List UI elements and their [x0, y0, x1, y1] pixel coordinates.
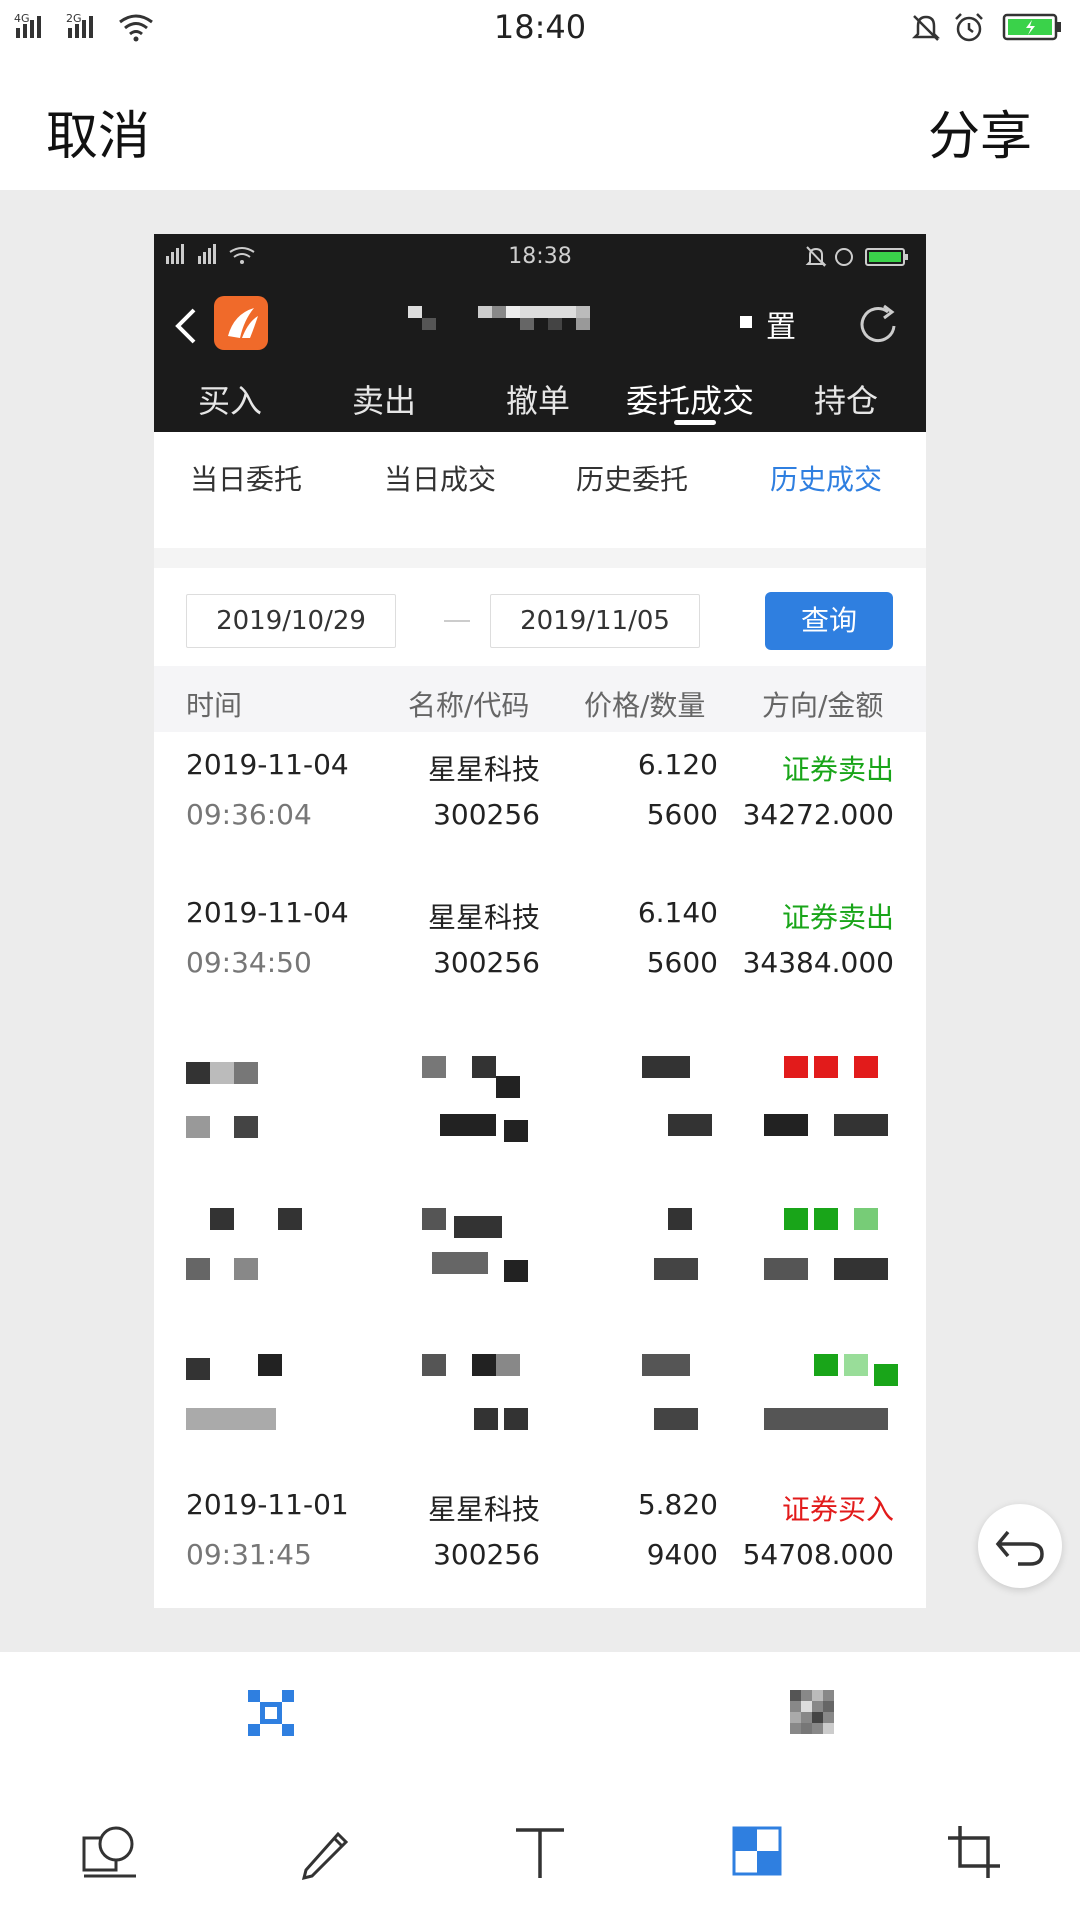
mosaic-title	[408, 306, 628, 340]
section-divider	[154, 548, 926, 568]
alarm-icon	[952, 11, 986, 49]
mosaic-tool-icon[interactable]	[728, 1822, 788, 1882]
mosaic-row	[154, 1324, 926, 1473]
row-qty: 5600	[646, 946, 718, 979]
row-qty: 9400	[646, 1538, 718, 1571]
row-name: 星星科技	[427, 901, 540, 934]
col-name-code: 名称/代码	[408, 689, 530, 722]
subtab-history-orders[interactable]: 历史委托	[576, 458, 688, 498]
inner-status-bar: 18:38	[154, 234, 926, 284]
mosaic-row	[154, 1176, 926, 1325]
row-code: 300256	[433, 798, 540, 831]
inner-status-icons	[804, 244, 920, 276]
mosaic-pixel-style-icon[interactable]	[248, 1690, 294, 1740]
tab-buy[interactable]: 买入	[198, 376, 262, 422]
mosaic-blur-style-icon[interactable]	[790, 1690, 834, 1738]
table-row[interactable]: 2019-11-01 09:31:45 星星科技 300256 5.820 94…	[154, 1472, 926, 1608]
row-name: 星星科技	[427, 753, 540, 786]
table-header: 时间 名称/代码 价格/数量 方向/金额	[154, 666, 926, 732]
row-code: 300256	[433, 946, 540, 979]
table-row[interactable]: 2019-11-04 09:36:04 星星科技 300256 6.120 56…	[154, 732, 926, 881]
end-date-field[interactable]: 2019/11/05	[490, 594, 700, 648]
text-tool-icon[interactable]	[510, 1822, 570, 1882]
row-direction: 证券买入	[781, 1493, 894, 1526]
date-separator	[444, 620, 470, 622]
query-button[interactable]: 查询	[765, 592, 893, 650]
active-tab-indicator	[674, 420, 716, 425]
subtab-history-trades[interactable]: 历史成交	[770, 458, 882, 498]
row-direction: 证券卖出	[781, 753, 894, 786]
date-query-bar: 2019/10/29 2019/11/05 查询	[154, 568, 926, 666]
refresh-icon[interactable]	[854, 300, 904, 354]
row-direction: 证券卖出	[781, 901, 894, 934]
top-action-bar: 取消 分享	[0, 56, 1080, 190]
row-price: 6.140	[637, 896, 718, 929]
tab-orders-trades[interactable]: 委托成交	[626, 376, 754, 422]
row-code: 300256	[433, 1538, 540, 1571]
mosaic-row	[154, 1028, 926, 1177]
row-amount: 54708.000	[742, 1538, 894, 1571]
status-bar: 4G 2G 18:40	[0, 0, 1080, 56]
mosaic-dot	[740, 316, 752, 328]
row-amount: 34272.000	[742, 798, 894, 831]
row-price: 5.820	[637, 1488, 718, 1521]
back-arrow-icon[interactable]	[172, 306, 200, 350]
row-time: 09:36:04	[186, 798, 312, 831]
row-time: 09:31:45	[186, 1538, 312, 1571]
app-logo-icon	[214, 296, 268, 350]
mosaic-options-bar	[0, 1652, 1080, 1773]
row-qty: 5600	[646, 798, 718, 831]
row-price: 6.120	[637, 748, 718, 781]
screenshot-preview[interactable]: 18:38 置 买入 卖出 撤单 委托成交 持仓 当日委托 当日成交 历史委托 …	[154, 234, 926, 1608]
tab-sell[interactable]: 卖出	[352, 376, 416, 422]
col-direction-amount: 方向/金额	[762, 689, 884, 722]
cancel-button[interactable]: 取消	[46, 94, 150, 169]
pen-tool-icon[interactable]	[294, 1822, 354, 1882]
row-amount: 34384.000	[742, 946, 894, 979]
row-name: 星星科技	[427, 1493, 540, 1526]
tab-cancel-order[interactable]: 撤单	[506, 376, 570, 422]
row-time: 09:34:50	[186, 946, 312, 979]
subtab-today-orders[interactable]: 当日委托	[190, 458, 302, 498]
col-price-qty: 价格/数量	[584, 689, 706, 722]
subtab-today-trades[interactable]: 当日成交	[384, 458, 496, 498]
settings-label[interactable]: 置	[766, 302, 796, 346]
history-sub-tabs: 当日委托 当日成交 历史委托 历史成交	[154, 432, 926, 520]
shape-tool-icon[interactable]	[80, 1822, 140, 1882]
trade-tabs: 买入 卖出 撤单 委托成交 持仓	[154, 362, 926, 432]
table-row[interactable]: 2019-11-04 09:34:50 星星科技 300256 6.140 56…	[154, 880, 926, 1029]
undo-icon	[995, 1530, 1044, 1566]
tab-positions[interactable]: 持仓	[814, 376, 878, 422]
start-date-field[interactable]: 2019/10/29	[186, 594, 396, 648]
undo-button[interactable]	[978, 1504, 1062, 1588]
col-time: 时间	[186, 689, 243, 722]
battery-charging-icon	[1002, 12, 1064, 46]
share-button[interactable]: 分享	[928, 94, 1032, 169]
row-date: 2019-11-04	[186, 896, 349, 929]
row-date: 2019-11-04	[186, 748, 349, 781]
row-date: 2019-11-01	[186, 1488, 349, 1521]
crop-tool-icon[interactable]	[944, 1822, 1004, 1882]
bell-muted-icon	[910, 12, 942, 48]
edit-toolbar	[0, 1772, 1080, 1920]
inner-header: 置	[154, 284, 926, 362]
